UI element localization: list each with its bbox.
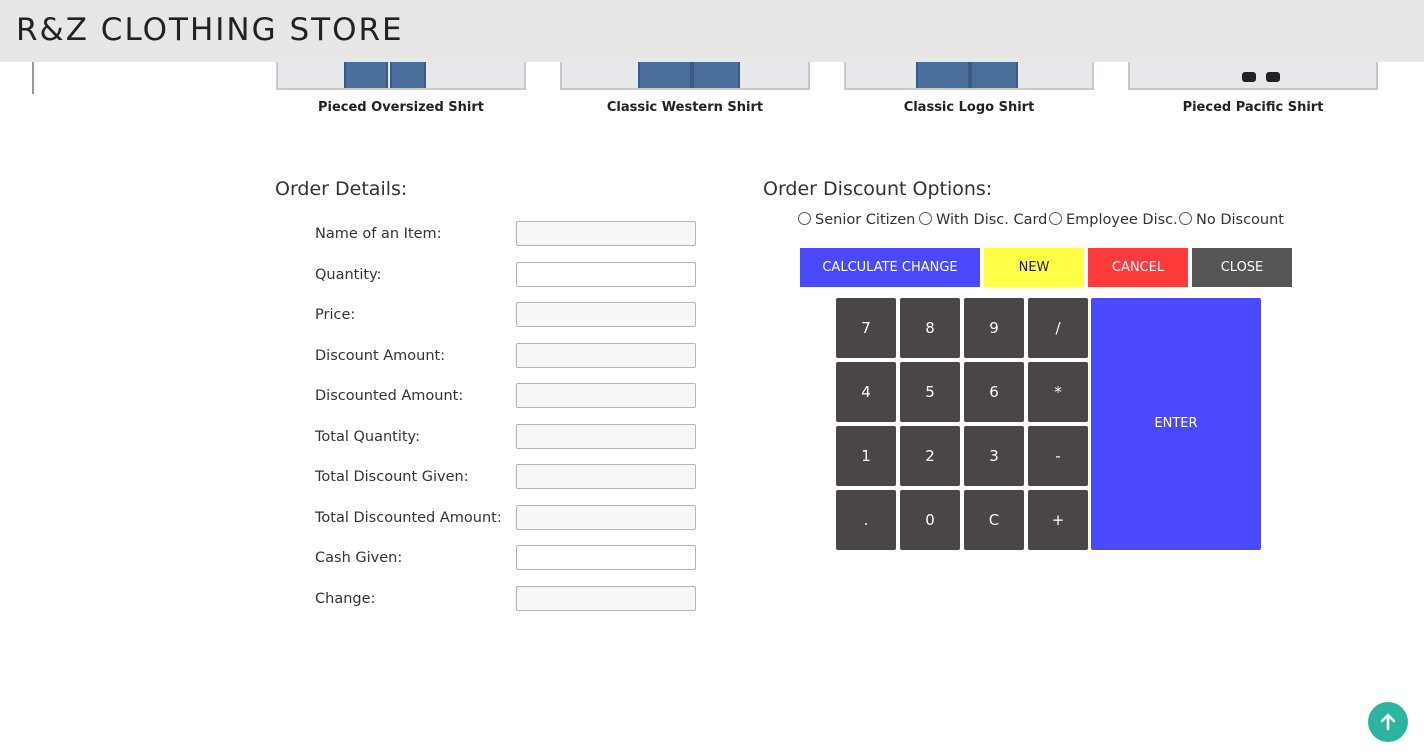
form-row-quantity: Quantity: — [315, 262, 715, 290]
radio-senior-citizen[interactable]: Senior Citizen — [798, 211, 916, 228]
store-brand-title[interactable]: R&Z CLOTHING STORE — [16, 12, 404, 48]
radio-label: With Disc. Card — [936, 212, 1048, 228]
jeans-graphic — [638, 62, 692, 88]
cash-given-input[interactable] — [516, 545, 696, 570]
key-4[interactable]: 4 — [836, 362, 896, 422]
cancel-button[interactable]: CANCEL — [1088, 248, 1188, 287]
calculate-change-button[interactable]: CALCULATE CHANGE — [800, 248, 980, 287]
product-card[interactable]: Classic Western Shirt — [560, 62, 810, 115]
total-discounted-amount-label: Total Discounted Amount: — [315, 510, 502, 526]
discounted-amount-input[interactable] — [516, 383, 696, 408]
key-decimal[interactable]: . — [836, 490, 896, 550]
top-header: R&Z CLOTHING STORE — [0, 0, 1424, 62]
product-name[interactable]: Classic Western Shirt — [560, 100, 810, 115]
discount-amount-label: Discount Amount: — [315, 348, 446, 364]
quantity-label: Quantity: — [315, 267, 382, 283]
close-button[interactable]: CLOSE — [1192, 248, 1292, 287]
key-0[interactable]: 0 — [900, 490, 960, 550]
enter-key[interactable]: ENTER — [1091, 298, 1261, 550]
form-row-item-name: Name of an Item: — [315, 221, 715, 249]
radio-button[interactable] — [1049, 211, 1062, 225]
form-row-total-discounted-amount: Total Discounted Amount: — [315, 505, 715, 533]
order-details-title: Order Details: — [275, 178, 408, 200]
radio-button[interactable] — [1179, 211, 1192, 225]
radio-disc-card[interactable]: With Disc. Card — [919, 211, 1048, 228]
radio-label: Senior Citizen — [815, 212, 916, 228]
shoe-graphic — [1266, 72, 1280, 82]
arrow-up-icon — [1380, 713, 1396, 731]
product-card[interactable]: Pieced Pacific Shirt — [1128, 62, 1378, 115]
jeans-graphic — [916, 62, 970, 88]
key-9[interactable]: 9 — [964, 298, 1024, 358]
item-name-input[interactable] — [516, 221, 696, 246]
total-quantity-input[interactable] — [516, 424, 696, 449]
form-row-price: Price: — [315, 302, 715, 330]
jeans-graphic — [692, 62, 740, 88]
cash-given-label: Cash Given: — [315, 550, 403, 566]
key-multiply[interactable]: * — [1028, 362, 1088, 422]
product-image[interactable] — [1128, 62, 1378, 90]
product-name[interactable]: Pieced Oversized Shirt — [276, 100, 526, 115]
item-name-label: Name of an Item: — [315, 226, 442, 242]
key-clear[interactable]: C — [964, 490, 1024, 550]
price-label: Price: — [315, 307, 356, 323]
key-subtract[interactable]: - — [1028, 426, 1088, 486]
discount-options-title: Order Discount Options: — [763, 178, 993, 200]
discounted-amount-label: Discounted Amount: — [315, 388, 464, 404]
form-row-discount-amount: Discount Amount: — [315, 343, 715, 371]
total-discounted-amount-input[interactable] — [516, 505, 696, 530]
form-row-change: Change: — [315, 586, 715, 614]
new-button[interactable]: NEW — [984, 248, 1084, 287]
key-8[interactable]: 8 — [900, 298, 960, 358]
key-7[interactable]: 7 — [836, 298, 896, 358]
radio-button[interactable] — [798, 211, 811, 225]
product-image[interactable] — [844, 62, 1094, 90]
key-6[interactable]: 6 — [964, 362, 1024, 422]
jeans-graphic — [970, 62, 1018, 88]
product-image[interactable] — [560, 62, 810, 90]
total-quantity-label: Total Quantity: — [315, 429, 420, 445]
key-add[interactable]: + — [1028, 490, 1088, 550]
radio-button[interactable] — [919, 211, 932, 225]
product-image[interactable] — [276, 62, 526, 90]
quantity-input[interactable] — [516, 262, 696, 287]
discount-amount-input[interactable] — [516, 343, 696, 368]
shoe-graphic — [1242, 72, 1256, 82]
change-label: Change: — [315, 591, 376, 607]
product-card[interactable]: Classic Logo Shirt — [844, 62, 1094, 115]
jeans-graphic — [390, 62, 426, 88]
radio-label: No Discount — [1196, 212, 1284, 228]
product-name[interactable]: Classic Logo Shirt — [844, 100, 1094, 115]
change-input[interactable] — [516, 586, 696, 611]
key-2[interactable]: 2 — [900, 426, 960, 486]
form-row-cash-given: Cash Given: — [315, 545, 715, 573]
scroll-to-top-button[interactable] — [1368, 702, 1408, 742]
radio-label: Employee Disc. — [1066, 212, 1178, 228]
total-discount-label: Total Discount Given: — [315, 469, 469, 485]
key-divide[interactable]: / — [1028, 298, 1088, 358]
radio-employee-disc[interactable]: Employee Disc. — [1049, 211, 1178, 228]
key-5[interactable]: 5 — [900, 362, 960, 422]
key-3[interactable]: 3 — [964, 426, 1024, 486]
product-name[interactable]: Pieced Pacific Shirt — [1128, 100, 1378, 115]
radio-no-discount[interactable]: No Discount — [1179, 211, 1284, 228]
form-row-total-quantity: Total Quantity: — [315, 424, 715, 452]
price-input[interactable] — [516, 302, 696, 327]
key-1[interactable]: 1 — [836, 426, 896, 486]
form-row-total-discount: Total Discount Given: — [315, 464, 715, 492]
product-card[interactable]: Pieced Oversized Shirt — [276, 62, 526, 115]
jeans-graphic — [344, 62, 388, 88]
form-row-discounted-amount: Discounted Amount: — [315, 383, 715, 411]
total-discount-input[interactable] — [516, 464, 696, 489]
sidebar-divider — [32, 62, 34, 94]
